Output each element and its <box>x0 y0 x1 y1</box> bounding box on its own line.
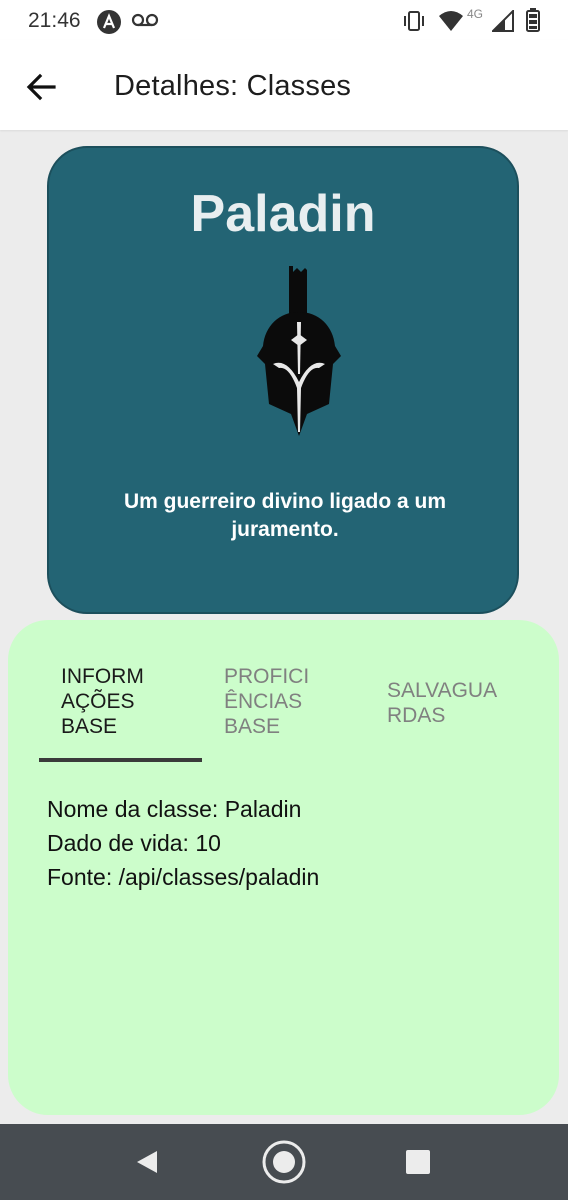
battery-icon <box>525 7 541 38</box>
back-button[interactable] <box>20 65 64 109</box>
tab-proficiencias-base[interactable]: PROFICIÊNCIAS BASE <box>224 664 314 739</box>
status-bar: 21:46 4G <box>0 0 568 40</box>
active-tab-indicator <box>39 758 202 762</box>
info-list: Nome da classe: Paladin Dado de vida: 10… <box>47 792 319 894</box>
tab-salvaguardas[interactable]: SALVAGUARDAS <box>387 678 505 728</box>
network-type: 4G <box>467 7 484 21</box>
vibrate-icon <box>402 10 426 37</box>
nav-recents-button[interactable] <box>400 1144 436 1180</box>
nav-back-button[interactable] <box>126 1144 166 1180</box>
info-class-name: Nome da classe: Paladin <box>47 796 302 822</box>
arrow-left-icon <box>26 73 56 101</box>
app-bar: Detalhes: Classes <box>0 40 568 130</box>
recents-square-icon <box>406 1150 430 1174</box>
status-time: 21:46 <box>28 9 81 32</box>
app-icon <box>96 9 122 40</box>
info-hit-die: Dado de vida: 10 <box>47 830 221 856</box>
helmet-icon <box>249 264 349 440</box>
class-name: Paladin <box>190 185 376 243</box>
wifi-icon <box>438 10 464 37</box>
tab-informacoes-base[interactable]: INFORMAÇÕES BASE <box>61 664 151 739</box>
system-nav-bar <box>0 1124 568 1200</box>
signal-icon <box>490 8 514 37</box>
voicemail-icon <box>131 13 159 32</box>
class-card: Paladin Um guerreiro divino ligado a um … <box>47 146 519 614</box>
back-triangle-icon <box>137 1151 157 1173</box>
info-source: Fonte: /api/classes/paladin <box>47 864 320 890</box>
class-description: Um guerreiro divino ligado a um jurament… <box>123 490 447 541</box>
details-panel: INFORMAÇÕES BASE PROFICIÊNCIAS BASE SALV… <box>8 620 559 1115</box>
home-circle-icon <box>262 1140 306 1184</box>
nav-home-button[interactable] <box>260 1138 308 1186</box>
page-title: Detalhes: Classes <box>114 70 352 102</box>
